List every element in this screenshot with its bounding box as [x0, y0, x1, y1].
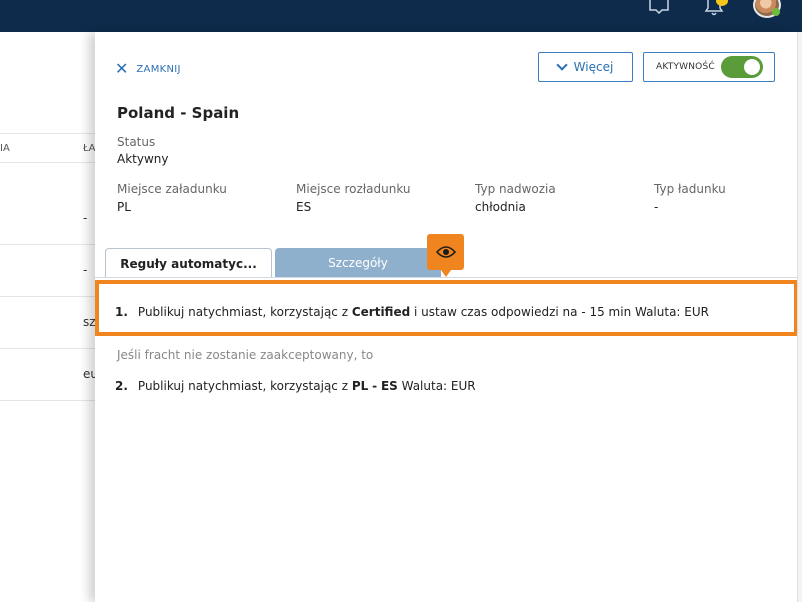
- more-button[interactable]: Więcej: [538, 52, 633, 82]
- unloading-place-value: ES: [296, 200, 312, 214]
- rule-number: 2.: [115, 379, 128, 393]
- unloading-place-label: Miejsce rozładunku: [296, 182, 411, 196]
- detail-side-panel: ✕ ZAMKNIJ Więcej AKTYWNOŚĆ Poland - Spai…: [95, 32, 798, 602]
- rule-text: Publikuj natychmiast, korzystając z: [137, 379, 349, 393]
- rule-number: 1.: [115, 305, 128, 319]
- top-navigation-bar: [0, 0, 802, 32]
- cargo-type-value: -: [654, 200, 659, 214]
- chat-icon[interactable]: [648, 0, 670, 14]
- rule-origin: PL: [351, 379, 369, 393]
- fallback-text: Jeśli fracht nie zostanie zaakceptowany,…: [117, 348, 374, 362]
- loading-place-label: Miejsce załadunku: [117, 182, 227, 196]
- rule-item-1: 1. Publikuj natychmiast, korzystając z Ce…: [115, 305, 709, 319]
- cargo-type-label: Typ ładunku: [654, 182, 726, 196]
- rule-text: Waluta: EUR: [401, 379, 476, 393]
- column-header: IA: [0, 143, 10, 154]
- table-cell: sz: [83, 315, 96, 329]
- status-label: Status: [117, 135, 156, 149]
- rule-separator: -: [372, 379, 378, 393]
- more-label: Więcej: [573, 60, 614, 74]
- activity-control: AKTYWNOŚĆ: [643, 52, 775, 82]
- body-type-value: chłodnia: [475, 200, 526, 214]
- preview-badge[interactable]: [427, 234, 464, 277]
- table-cell: -: [83, 211, 88, 225]
- loading-place-value: PL: [117, 200, 131, 214]
- chevron-down-icon: [556, 59, 568, 71]
- tab-automatic-rules[interactable]: Reguły automatyc...: [105, 248, 272, 278]
- status-value: Aktywny: [117, 152, 169, 166]
- route-title: Poland - Spain: [117, 104, 240, 122]
- rule-channel: Certified: [351, 305, 411, 319]
- rule-text: i ustaw czas odpowiedzi na - 15 min Walu…: [414, 305, 709, 319]
- rule-destination: ES: [380, 379, 398, 393]
- rule-text: Publikuj natychmiast, korzystając z: [137, 305, 349, 319]
- table-cell: -: [83, 263, 88, 277]
- close-button[interactable]: ✕ ZAMKNIJ: [115, 59, 181, 78]
- toggle-knob: [743, 59, 760, 75]
- close-label: ZAMKNIJ: [136, 63, 181, 75]
- tab-details[interactable]: Szczegóły: [275, 248, 441, 278]
- online-status-dot: [772, 8, 780, 16]
- column-header: ŁA: [83, 143, 96, 154]
- rule-item-2: 2. Publikuj natychmiast, korzystając z PL…: [115, 379, 476, 393]
- notification-badge: [716, 0, 728, 6]
- tab-divider: [95, 277, 797, 278]
- activity-toggle[interactable]: [720, 56, 763, 78]
- eye-icon: [435, 246, 456, 258]
- scrollbar[interactable]: [797, 32, 802, 602]
- close-icon: ✕: [115, 59, 129, 78]
- activity-label: AKTYWNOŚĆ: [656, 62, 715, 72]
- body-type-label: Typ nadwozia: [475, 182, 556, 196]
